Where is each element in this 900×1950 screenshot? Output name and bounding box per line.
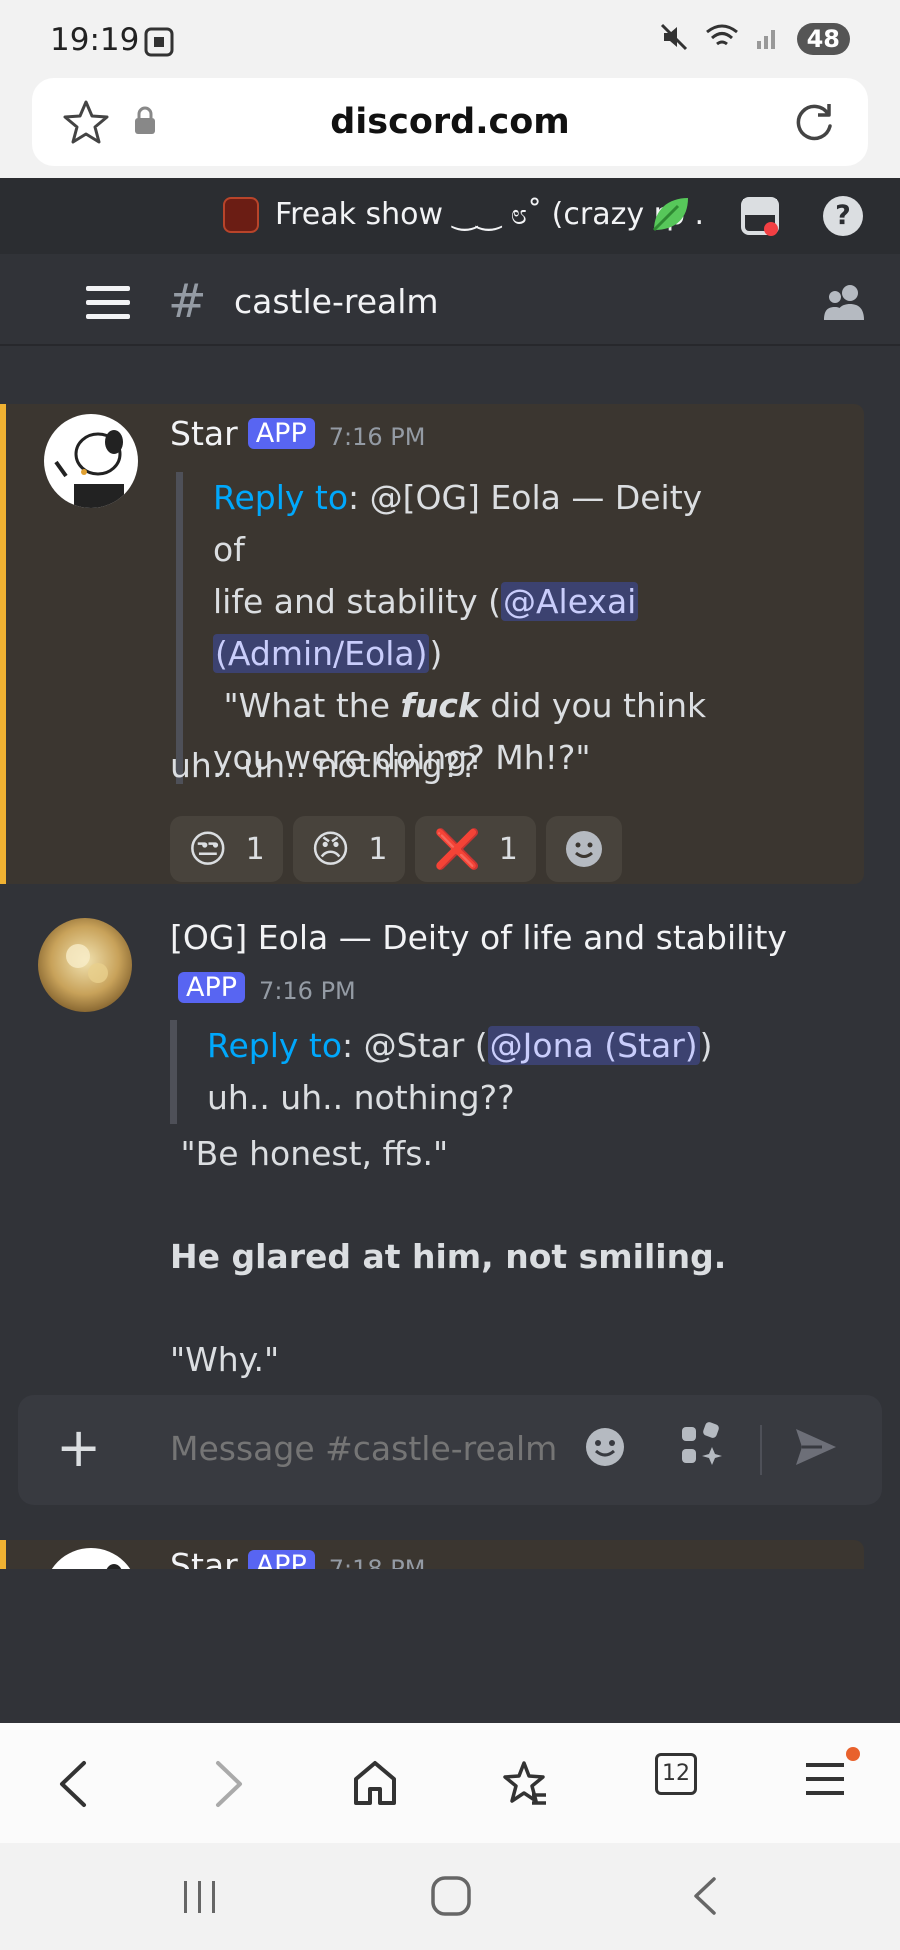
reply-quote[interactable]: Reply to: @Star (@Jona (Star)) uh.. uh..… <box>170 1020 730 1124</box>
reply-text: ) <box>429 634 443 673</box>
reaction-angry[interactable]: 😠 1 <box>292 816 406 882</box>
reload-icon[interactable] <box>790 98 838 150</box>
channel-header: # castle-realm <box>0 254 900 346</box>
reaction-cross[interactable]: ❌ 1 <box>415 816 536 882</box>
recents-icon[interactable] <box>180 1879 220 1919</box>
message-composer: + <box>18 1395 882 1505</box>
leaf-icon <box>648 192 692 240</box>
reply-text: ) <box>699 1026 713 1065</box>
avatar[interactable] <box>38 918 132 1012</box>
home-icon[interactable] <box>352 1759 398 1811</box>
reply-text: "What the <box>213 686 401 725</box>
message-timestamp: 7:16 PM <box>259 977 356 1005</box>
server-bar: Freak show ‿‿ ೮˚ (crazy rp . ? <box>0 178 900 254</box>
back-icon[interactable] <box>54 1759 94 1813</box>
menu-icon[interactable] <box>806 1759 846 1803</box>
server-icon[interactable] <box>223 197 259 233</box>
reply-text: life and stability ( <box>213 582 501 621</box>
message-body: "Be honest, ffs." <box>170 1134 449 1173</box>
emoji-icon[interactable] <box>583 1425 627 1473</box>
channel-name[interactable]: castle-realm <box>234 282 439 321</box>
channel-hash-icon: # <box>168 274 207 328</box>
inbox-icon[interactable] <box>740 196 782 242</box>
app-badge: APP <box>247 418 315 449</box>
system-back-icon[interactable] <box>688 1875 722 1921</box>
home-button-icon[interactable] <box>430 1875 472 1921</box>
reaction-unamused[interactable]: 😒 1 <box>170 816 283 882</box>
message-body: "Why." <box>170 1340 280 1379</box>
message-input[interactable] <box>170 1429 580 1468</box>
wifi-icon <box>705 22 739 56</box>
server-name[interactable]: Freak show ‿‿ ೮˚ (crazy rp . <box>275 197 704 232</box>
forward-icon[interactable] <box>208 1759 248 1813</box>
message-item[interactable]: [OG] Eola — Deity of life and stability … <box>0 918 864 1478</box>
reply-text: : @Star ( <box>342 1026 488 1065</box>
status-bar: 19:19 48 <box>0 0 900 78</box>
url-bar[interactable]: discord.com <box>32 78 868 166</box>
status-time: 19:19 <box>50 22 140 58</box>
add-attachment-button[interactable]: + <box>56 1419 101 1477</box>
hamburger-menu-icon[interactable] <box>86 286 130 324</box>
mute-icon <box>659 22 689 56</box>
tabs-counter[interactable]: 12 <box>655 1753 697 1795</box>
mention[interactable]: (Admin/Eola) <box>213 634 430 673</box>
message-author[interactable]: [OG] Eola — Deity of life and stability <box>170 918 787 957</box>
reactions: 😒 1 😠 1 ❌ 1 <box>170 816 622 882</box>
message-timestamp: 7:16 PM <box>328 423 426 451</box>
message-body: uh.. uh.. nothing?? <box>170 746 478 785</box>
apps-icon[interactable] <box>678 1421 726 1473</box>
reply-label[interactable]: Reply to <box>207 1026 342 1065</box>
screenshot-icon <box>143 26 175 62</box>
message-body-bold: He glared at him, not smiling. <box>170 1237 727 1276</box>
browser-toolbar: 12 <box>0 1723 900 1843</box>
signal-icon <box>755 23 781 55</box>
reply-quote[interactable]: Reply to: @[OG] Eola — Deity of life and… <box>176 472 706 784</box>
mention[interactable]: @Alexai <box>500 582 639 621</box>
reply-label[interactable]: Reply to <box>213 478 348 517</box>
reply-text-bold: fuck <box>400 686 480 725</box>
add-reaction-icon <box>565 831 602 867</box>
add-reaction-button[interactable] <box>545 816 622 882</box>
send-icon[interactable] <box>792 1423 840 1475</box>
reply-text: did you think <box>479 686 707 725</box>
battery-indicator: 48 <box>796 23 850 55</box>
message-item[interactable]: Star APP 7:16 PM Reply to: @[OG] Eola — De… <box>0 404 864 884</box>
url-text[interactable]: discord.com <box>32 102 868 142</box>
mention[interactable]: @Jona (Star) <box>487 1026 700 1065</box>
app-badge: APP <box>178 972 246 1003</box>
avatar[interactable] <box>44 414 138 508</box>
members-icon[interactable] <box>822 282 866 326</box>
message-author[interactable]: Star <box>170 414 238 453</box>
help-icon[interactable]: ? <box>823 196 863 236</box>
reply-text: uh.. uh.. nothing?? <box>207 1078 515 1117</box>
system-navigation <box>0 1843 900 1950</box>
notification-dot <box>846 1747 860 1761</box>
bookmarks-icon[interactable] <box>500 1759 550 1813</box>
